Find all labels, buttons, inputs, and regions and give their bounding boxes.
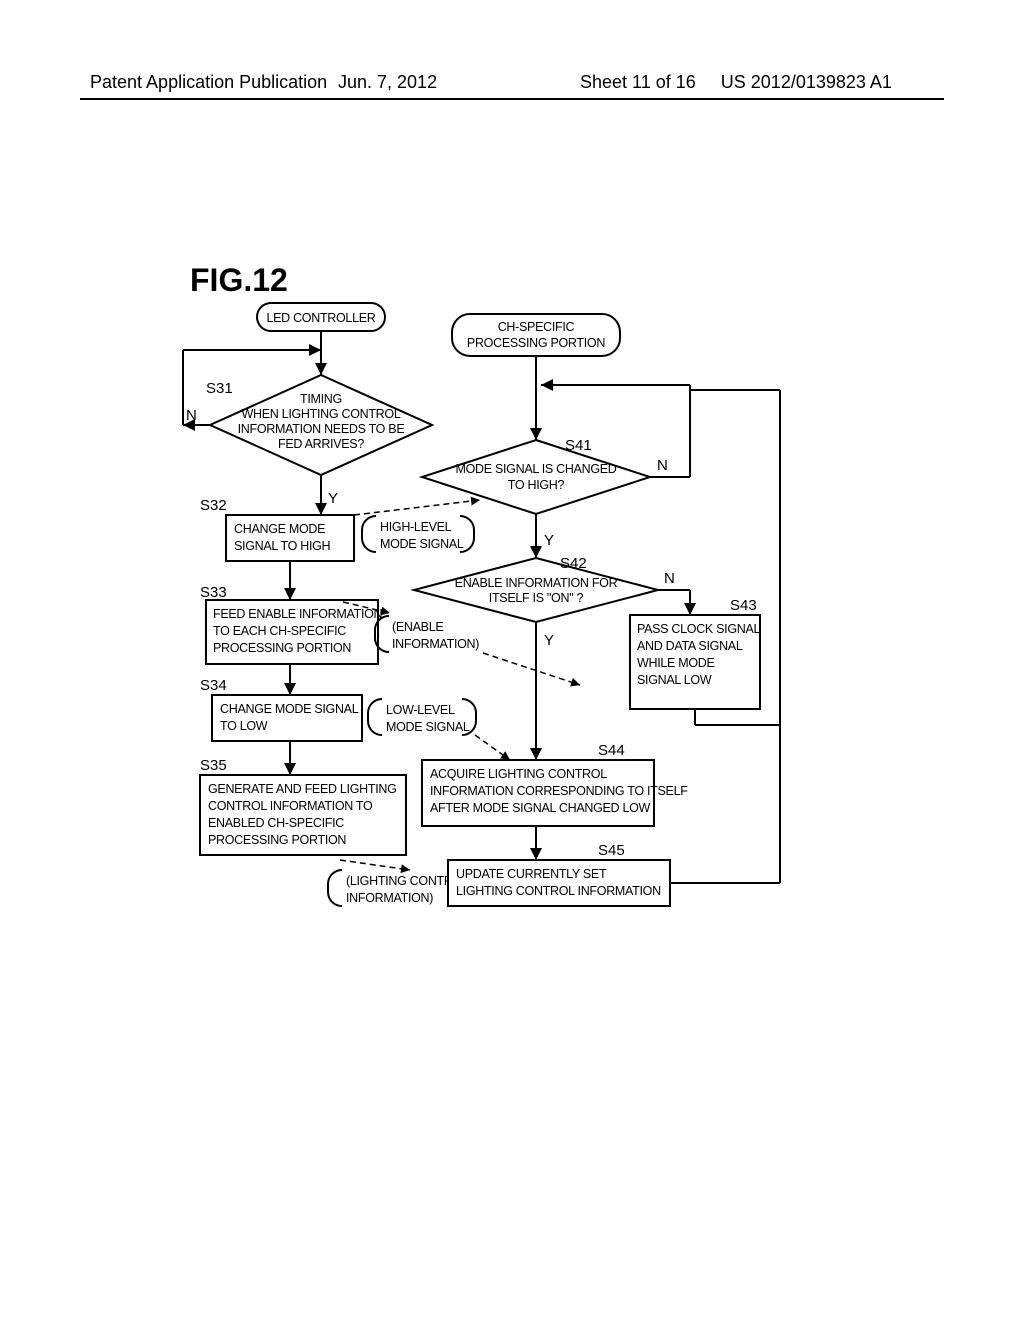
s43-l3: WHILE MODE [637, 656, 715, 670]
s45-num: S45 [598, 842, 625, 859]
s41-n: N [657, 457, 668, 474]
s31-l2: WHEN LIGHTING CONTROL [242, 407, 401, 421]
s43-l1: PASS CLOCK SIGNAL [637, 622, 761, 636]
s44-l1: ACQUIRE LIGHTING CONTROL [430, 767, 607, 781]
s43-num: S43 [730, 597, 757, 614]
s42-n: N [664, 570, 675, 587]
s44-l2: INFORMATION CORRESPONDING TO ITSELF [430, 784, 688, 798]
s41-l2: TO HIGH? [508, 478, 565, 492]
hdr-num: US 2012/0139823 A1 [721, 72, 892, 92]
sig1-l1: HIGH-LEVEL [380, 520, 452, 534]
s42-y: Y [544, 632, 554, 649]
s42-l1: ENABLE INFORMATION FOR [455, 576, 618, 590]
sig3-l1: LOW-LEVEL [386, 703, 455, 717]
s45-l1: UPDATE CURRENTLY SET [456, 867, 607, 881]
s35-l3: ENABLED CH-SPECIFIC [208, 816, 344, 830]
s43-l4: SIGNAL LOW [637, 673, 712, 687]
header-rule [80, 98, 944, 100]
hdr-right: Sheet 11 of 16 US 2012/0139823 A1 [580, 72, 892, 93]
s33-l1: FEED ENABLE INFORMATION [213, 607, 383, 621]
s31-num: S31 [206, 380, 233, 397]
s33-num: S33 [200, 584, 227, 601]
s41-l1: MODE SIGNAL IS CHANGED [455, 462, 616, 476]
s31-y: Y [328, 490, 338, 507]
s35-num: S35 [200, 757, 227, 774]
s32-l2: SIGNAL TO HIGH [234, 539, 331, 553]
s41-y: Y [544, 532, 554, 549]
s44-l3: AFTER MODE SIGNAL CHANGED LOW [430, 801, 651, 815]
s31-l3: INFORMATION NEEDS TO BE [238, 422, 405, 436]
s31-l1: TIMING [300, 392, 342, 406]
hdr-sheet: Sheet 11 of 16 [580, 72, 696, 92]
sig1-l2: MODE SIGNAL [380, 537, 464, 551]
sig2-l2: INFORMATION) [392, 637, 479, 651]
flowchart: LED CONTROLLER TIMING WHEN LIGHTING CONT… [130, 290, 830, 1020]
s33-l3: PROCESSING PORTION [213, 641, 351, 655]
s31-n: N [186, 407, 197, 424]
start-left: LED CONTROLLER [266, 311, 375, 325]
s35-l1: GENERATE AND FEED LIGHTING [208, 782, 397, 796]
hdr-left: Patent Application Publication [90, 72, 327, 93]
s33-l2: TO EACH CH-SPECIFIC [213, 624, 346, 638]
sig2-l1: (ENABLE [392, 620, 443, 634]
s34-l1: CHANGE MODE SIGNAL [220, 702, 359, 716]
start-right-l2: PROCESSING PORTION [467, 336, 605, 350]
s31-l4: FED ARRIVES? [278, 437, 364, 451]
start-right-l1: CH-SPECIFIC [498, 320, 575, 334]
s35-l4: PROCESSING PORTION [208, 833, 346, 847]
s42-l2: ITSELF IS "ON" ? [489, 591, 584, 605]
sig4-l2: INFORMATION) [346, 891, 433, 905]
s32-num: S32 [200, 497, 227, 514]
s32-l1: CHANGE MODE [234, 522, 325, 536]
s34-num: S34 [200, 677, 227, 694]
s44-num: S44 [598, 742, 625, 759]
s45-l2: LIGHTING CONTROL INFORMATION [456, 884, 661, 898]
s43-l2: AND DATA SIGNAL [637, 639, 743, 653]
sig3-l2: MODE SIGNAL [386, 720, 470, 734]
s34-l2: TO LOW [220, 719, 268, 733]
s41-num: S41 [565, 437, 592, 454]
s35-l2: CONTROL INFORMATION TO [208, 799, 373, 813]
hdr-center: Jun. 7, 2012 [338, 72, 437, 93]
s42-num: S42 [560, 555, 587, 572]
